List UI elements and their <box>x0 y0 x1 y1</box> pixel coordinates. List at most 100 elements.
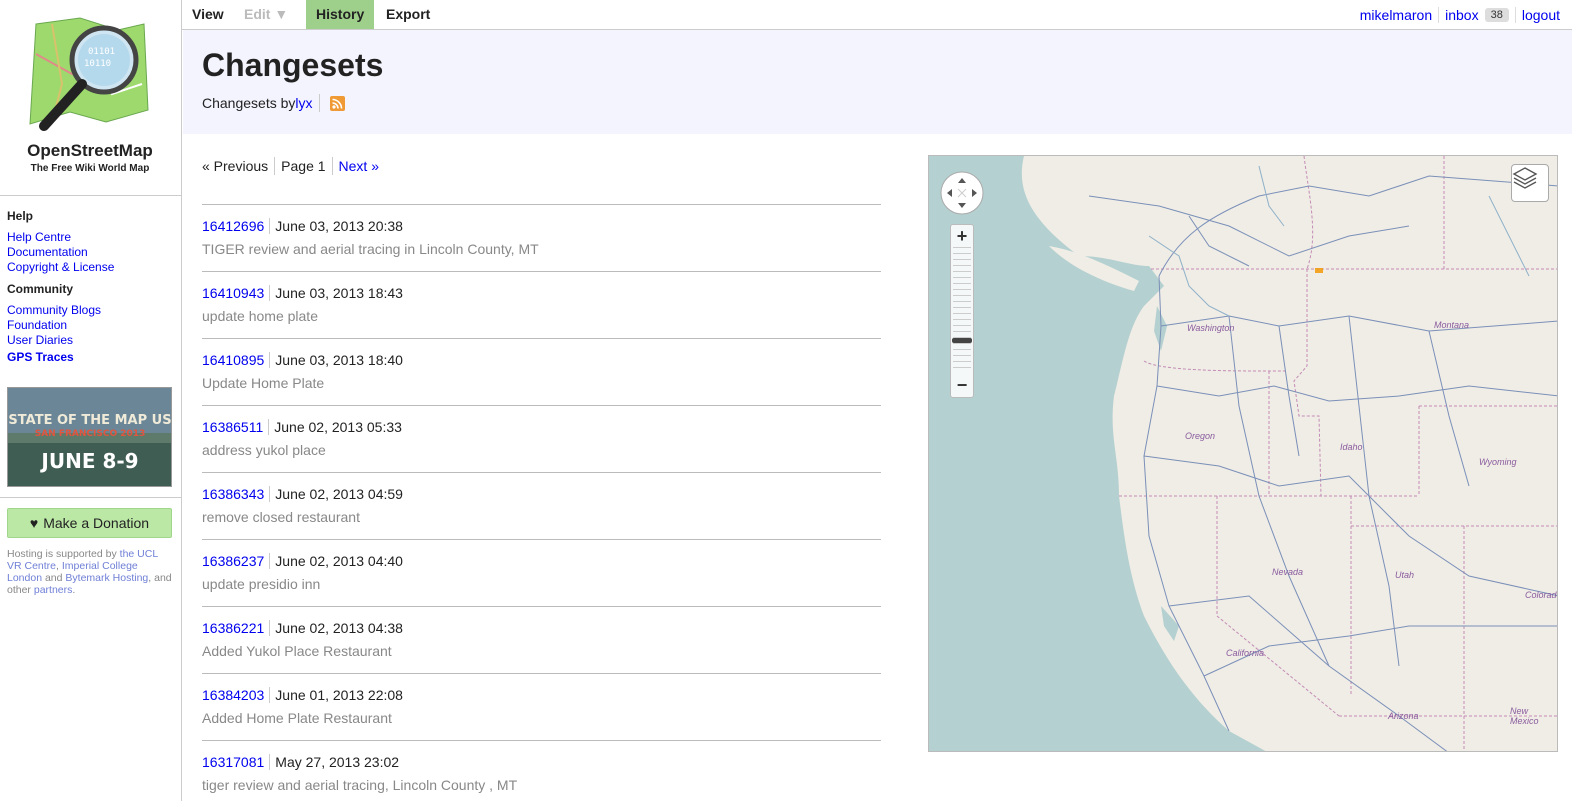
user-link[interactable]: lyx <box>295 95 312 111</box>
changeset-date: June 02, 2013 04:59 <box>275 486 403 502</box>
changeset-comment: Added Yukol Place Restaurant <box>202 643 392 659</box>
changeset-id-link[interactable]: 16317081 <box>202 754 271 770</box>
changeset-date: June 03, 2013 18:40 <box>275 352 403 368</box>
map-label-washington: Washington <box>1187 323 1235 333</box>
zoom-slider-handle[interactable] <box>952 338 972 343</box>
changeset-item[interactable]: 16317081 May 27, 2013 23:02 tiger review … <box>202 740 881 801</box>
changeset-item[interactable]: 16386221 June 02, 2013 04:38 Added Yukol … <box>202 606 881 673</box>
rss-feed-icon[interactable] <box>329 95 345 111</box>
changeset-date: June 02, 2013 05:33 <box>274 419 402 435</box>
donate-button[interactable]: ♥ Make a Donation <box>7 508 172 538</box>
heart-icon: ♥ <box>29 515 39 531</box>
zoom-out-button[interactable]: − <box>951 375 973 395</box>
sotm-banner-line1: STATE OF THE MAP US <box>8 413 171 428</box>
pagination-current-page: Page 1 <box>274 157 331 175</box>
changeset-comment: update home plate <box>202 308 318 324</box>
map-label-california: California <box>1226 648 1265 658</box>
changeset-id-link[interactable]: 16386237 <box>202 553 271 569</box>
page-title: Changesets <box>202 47 384 83</box>
map-label-montana: Montana <box>1434 320 1470 330</box>
changeset-comment: Added Home Plate Restaurant <box>202 710 392 726</box>
tab-edit[interactable]: Edit ▼ <box>234 0 298 29</box>
page-subtitle: Changesets by lyx <box>202 94 345 112</box>
left-sidebar: 01101 10110 OpenStreetMap The Free Wiki … <box>0 0 182 801</box>
logout-link[interactable]: logout <box>1522 7 1560 23</box>
map-zoom-control[interactable]: + − <box>950 224 974 398</box>
tab-view[interactable]: View <box>182 0 234 29</box>
changeset-date: June 03, 2013 20:38 <box>275 218 403 234</box>
changeset-item[interactable]: 16412696 June 03, 2013 20:38 TIGER review… <box>202 204 881 271</box>
map-label-wyoming: Wyoming <box>1479 457 1517 467</box>
layers-icon <box>1512 167 1538 189</box>
content-header: Changesets Changesets by lyx <box>183 30 1572 134</box>
zoom-in-button[interactable]: + <box>951 226 973 246</box>
changeset-date: June 02, 2013 04:38 <box>275 620 403 636</box>
changeset-date: June 03, 2013 18:43 <box>275 285 403 301</box>
sotm-banner-line3: JUNE 8-9 <box>39 449 138 473</box>
divider <box>318 94 320 112</box>
pagination-previous: « Previous <box>202 158 269 174</box>
hosting-text: Hosting is supported by <box>7 548 120 560</box>
hosting-note: Hosting is supported by the UCL VR Centr… <box>7 548 175 596</box>
sidebar-link-community-blogs[interactable]: Community Blogs <box>7 303 101 317</box>
site-tagline: The Free Wiki World Map <box>30 163 150 174</box>
changeset-item[interactable]: 16384203 June 01, 2013 22:08 Added Home P… <box>202 673 881 740</box>
tab-history[interactable]: History <box>306 0 375 29</box>
sidebar-link-user-diaries[interactable]: User Diaries <box>7 333 73 347</box>
help-heading: Help <box>7 209 34 223</box>
map-pan-control[interactable] <box>939 170 985 216</box>
changeset-date: June 02, 2013 04:40 <box>275 553 403 569</box>
tab-export[interactable]: Export <box>376 0 440 29</box>
zoom-slider-track[interactable] <box>953 247 971 373</box>
sidebar-link-documentation[interactable]: Documentation <box>7 245 88 259</box>
sidebar-link-foundation[interactable]: Foundation <box>7 318 67 332</box>
changeset-id-link[interactable]: 16384203 <box>202 687 271 703</box>
site-name: OpenStreetMap <box>27 141 153 160</box>
map-label-utah: Utah <box>1395 570 1415 580</box>
top-navigation: View Edit ▼ History Export mikelmaron in… <box>182 0 1572 30</box>
map-label-oregon: Oregon <box>1185 431 1216 441</box>
osm-logo[interactable]: 01101 10110 <box>22 14 152 140</box>
sotm-banner[interactable]: STATE OF THE MAP US SAN FRANCISCO 2013 J… <box>7 387 172 487</box>
sidebar-divider <box>0 497 181 498</box>
map-label-colorado: Colorado <box>1525 590 1558 600</box>
changeset-date: May 27, 2013 23:02 <box>275 754 400 770</box>
pagination-next[interactable]: Next » <box>331 157 385 175</box>
sidebar-divider <box>0 195 181 196</box>
map-label-arizona: Arizona <box>1388 711 1419 721</box>
hosting-text: and <box>42 572 66 584</box>
changeset-map[interactable]: Washington Montana Oregon Idaho Wyoming … <box>928 155 1558 752</box>
changeset-id-link[interactable]: 16410943 <box>202 285 271 301</box>
changeset-list: 16412696 June 03, 2013 20:38 TIGER review… <box>202 204 881 801</box>
subtitle-prefix: Changesets by <box>202 95 296 111</box>
changeset-id-link[interactable]: 16386511 <box>202 419 270 435</box>
changeset-id-link[interactable]: 16386343 <box>202 486 271 502</box>
hosting-link-partners[interactable]: partners <box>34 584 73 596</box>
changeset-item[interactable]: 16386343 June 02, 2013 04:59 remove close… <box>202 472 881 539</box>
user-profile-link[interactable]: mikelmaron <box>1360 7 1432 23</box>
inbox-count-badge: 38 <box>1484 7 1509 22</box>
sidebar-link-help-centre[interactable]: Help Centre <box>7 230 71 244</box>
changeset-item[interactable]: 16410943 June 03, 2013 18:43 update home … <box>202 271 881 338</box>
changeset-item[interactable]: 16386511 June 02, 2013 05:33 address yuko… <box>202 405 881 472</box>
changeset-id-link[interactable]: 16386221 <box>202 620 271 636</box>
hosting-text: . <box>72 584 76 596</box>
map-label-new-mexico: New Mexico <box>1510 706 1539 726</box>
svg-text:10110: 10110 <box>84 59 111 69</box>
changeset-comment: remove closed restaurant <box>202 509 360 525</box>
map-label-nevada: Nevada <box>1272 567 1304 577</box>
inbox-link[interactable]: inbox <box>1445 7 1478 23</box>
map-label-idaho: Idaho <box>1340 442 1363 452</box>
layers-button[interactable] <box>1511 164 1549 202</box>
sidebar-link-copyright[interactable]: Copyright & License <box>7 260 114 274</box>
changeset-item[interactable]: 16386237 June 02, 2013 04:40 update presi… <box>202 539 881 606</box>
changeset-id-link[interactable]: 16410895 <box>202 352 271 368</box>
hosting-link-bytemark[interactable]: Bytemark Hosting <box>65 572 148 584</box>
changeset-comment: Update Home Plate <box>202 375 325 391</box>
changeset-date: June 01, 2013 22:08 <box>275 687 403 703</box>
sidebar-link-gps-traces[interactable]: GPS Traces <box>7 350 74 364</box>
changeset-item[interactable]: 16410895 June 03, 2013 18:40 Update Home … <box>202 338 881 405</box>
sotm-banner-line2: SAN FRANCISCO 2013 <box>35 429 146 439</box>
user-menu: mikelmaron inbox 38 logout <box>1354 0 1566 29</box>
changeset-id-link[interactable]: 16412696 <box>202 218 271 234</box>
